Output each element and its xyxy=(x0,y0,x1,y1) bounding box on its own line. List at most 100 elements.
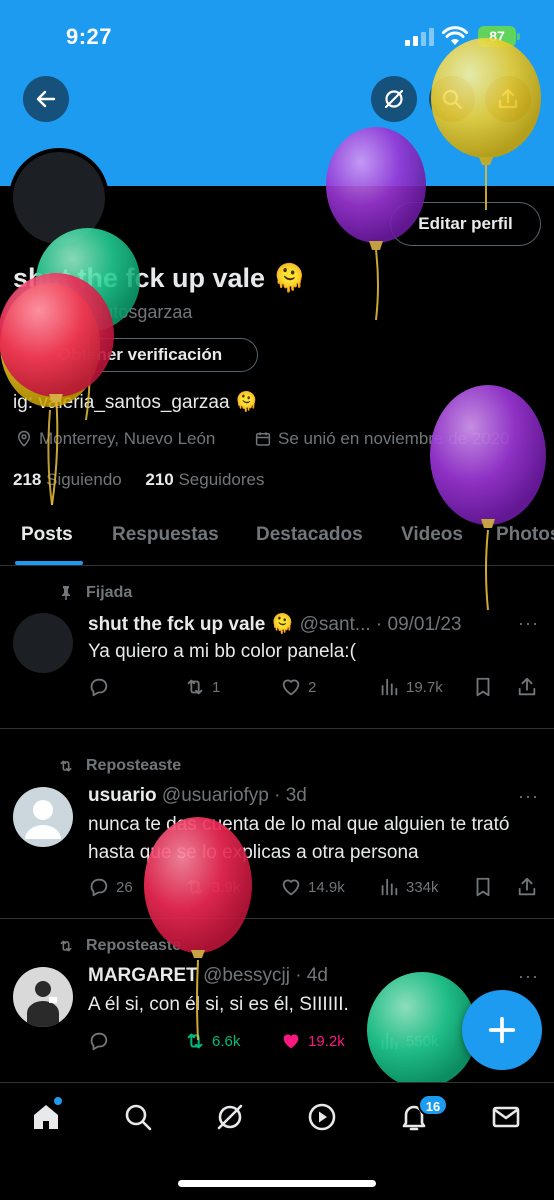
follow-stats: 218 Siguiendo 210 Seguidores xyxy=(13,470,264,490)
post-text: nunca te das cuenta de lo mal que alguie… xyxy=(88,814,510,863)
search-button[interactable] xyxy=(429,76,475,122)
profile-display-name: shut the fck up vale 🫠 xyxy=(13,263,307,293)
repost-count: 1 xyxy=(212,678,221,696)
post-author-avatar[interactable] xyxy=(13,613,73,673)
followers-label: Seguidores xyxy=(178,470,265,489)
back-button[interactable] xyxy=(23,76,69,122)
wifi-icon xyxy=(442,26,468,45)
share-post-button[interactable] xyxy=(516,876,544,898)
post-author-name[interactable]: usuario xyxy=(88,785,157,806)
edit-profile-button[interactable]: Editar perfil xyxy=(390,202,541,246)
profile-location: Monterrey, Nuevo León xyxy=(15,429,215,449)
home-icon xyxy=(34,1105,58,1129)
share-icon xyxy=(498,88,518,109)
status-time: 9:27 xyxy=(66,24,113,49)
repost-icon xyxy=(187,1033,203,1049)
repost-button[interactable]: 3.9k xyxy=(184,876,240,898)
tab-videos[interactable]: Videos xyxy=(401,524,463,546)
search-icon xyxy=(442,89,463,110)
slash-circle-icon xyxy=(384,89,404,109)
grok-button[interactable] xyxy=(371,76,417,122)
views-button[interactable]: 550k xyxy=(378,1030,439,1052)
tab-replies[interactable]: Respuestas xyxy=(112,524,219,546)
get-verified-button[interactable]: ✦ Obtener verificación xyxy=(13,338,258,372)
heart-icon xyxy=(282,879,300,896)
default-avatar-icon xyxy=(25,800,61,839)
like-button[interactable]: 2 xyxy=(280,676,316,698)
bookmark-button[interactable] xyxy=(472,876,500,898)
post-header: MARGARET @bessycjj · 4d xyxy=(88,965,328,987)
followers-link[interactable]: 210 Seguidores xyxy=(145,470,264,489)
post-handle-time: @bessycjj · 4d xyxy=(203,965,328,986)
post-header: shut the fck up vale 🫠 @sant... · 09/01/… xyxy=(88,612,461,636)
reply-button[interactable]: 26 xyxy=(88,876,133,898)
post-author-avatar[interactable] xyxy=(13,967,73,1027)
reply-icon xyxy=(90,1032,108,1051)
following-count: 218 xyxy=(13,470,42,489)
following-link[interactable]: 218 Siguiendo xyxy=(13,470,122,489)
repost-button[interactable]: 1 xyxy=(184,676,220,698)
post-context-label: Reposteaste xyxy=(86,937,182,954)
bookmark-button[interactable] xyxy=(472,676,500,698)
post-more-button[interactable]: ··· xyxy=(518,966,539,987)
reply-button[interactable] xyxy=(88,1030,116,1052)
tab-photos[interactable]: Photos xyxy=(496,524,554,546)
post-context: Reposteaste xyxy=(58,757,181,775)
cellular-signal-icon xyxy=(405,28,434,46)
arrow-left-icon xyxy=(36,90,56,108)
repost-icon xyxy=(187,679,203,695)
battery-level: 87 xyxy=(489,28,505,44)
post-header: usuario @usuariofyp · 3d xyxy=(88,785,307,807)
like-count: 19.2k xyxy=(308,1032,345,1050)
mail-icon xyxy=(492,1106,520,1128)
post-text: A él si, con él si, si es él, SIIIIII. xyxy=(88,994,349,1015)
post-more-button[interactable]: ··· xyxy=(518,613,539,634)
nav-home[interactable] xyxy=(30,1101,62,1133)
play-circle-icon xyxy=(308,1103,336,1131)
repost-count: 3.9k xyxy=(212,878,241,896)
view-count: 334k xyxy=(406,878,439,896)
view-count: 19.7k xyxy=(406,678,443,696)
balloon-purple-right xyxy=(430,385,546,611)
like-button[interactable]: 14.9k xyxy=(280,876,345,898)
reply-count: 26 xyxy=(116,878,133,896)
post-divider xyxy=(0,918,554,919)
repost-button[interactable]: 6.6k xyxy=(184,1030,240,1052)
search-icon xyxy=(125,1104,152,1131)
post-context: Reposteaste xyxy=(58,937,181,955)
share-button[interactable] xyxy=(485,76,531,122)
reply-button[interactable] xyxy=(88,676,116,698)
calendar-icon xyxy=(255,432,271,446)
get-verified-label: Obtener verificación xyxy=(57,345,223,364)
post-context-label: Fijada xyxy=(86,584,133,601)
tab-highlights[interactable]: Destacados xyxy=(256,524,363,546)
repost-count: 6.6k xyxy=(212,1032,241,1050)
compose-post-button[interactable] xyxy=(462,990,542,1070)
nav-search[interactable] xyxy=(122,1101,154,1133)
post-actions: 1 2 19.7k xyxy=(88,676,540,702)
battery-indicator: 87 xyxy=(478,26,520,47)
repost-icon xyxy=(60,760,72,772)
nav-grok[interactable] xyxy=(214,1101,246,1133)
slash-circle-icon xyxy=(217,1104,243,1130)
pin-icon xyxy=(62,586,70,600)
tab-posts[interactable]: Posts xyxy=(21,524,73,546)
like-button[interactable]: 19.2k xyxy=(280,1030,345,1052)
post-author-avatar[interactable] xyxy=(13,787,73,847)
post-author-name[interactable]: shut the fck up vale 🫠 xyxy=(88,614,294,635)
views-button[interactable]: 334k xyxy=(378,876,439,898)
nav-messages[interactable] xyxy=(490,1101,522,1133)
profile-joined: Se unió en noviembre de 2020 xyxy=(254,429,510,449)
views-icon xyxy=(381,678,398,696)
post-author-name[interactable]: MARGARET xyxy=(88,965,198,986)
post-divider xyxy=(0,728,554,729)
share-post-button[interactable] xyxy=(516,676,544,698)
location-text: Monterrey, Nuevo León xyxy=(39,429,216,448)
nav-video[interactable] xyxy=(306,1101,338,1133)
post-more-button[interactable]: ··· xyxy=(518,786,539,807)
following-label: Siguiendo xyxy=(46,470,122,489)
views-button[interactable]: 19.7k xyxy=(378,676,443,698)
post-handle-time: @usuariofyp · 3d xyxy=(161,785,307,806)
profile-avatar[interactable] xyxy=(9,148,109,248)
heart-filled-icon xyxy=(283,1034,299,1049)
